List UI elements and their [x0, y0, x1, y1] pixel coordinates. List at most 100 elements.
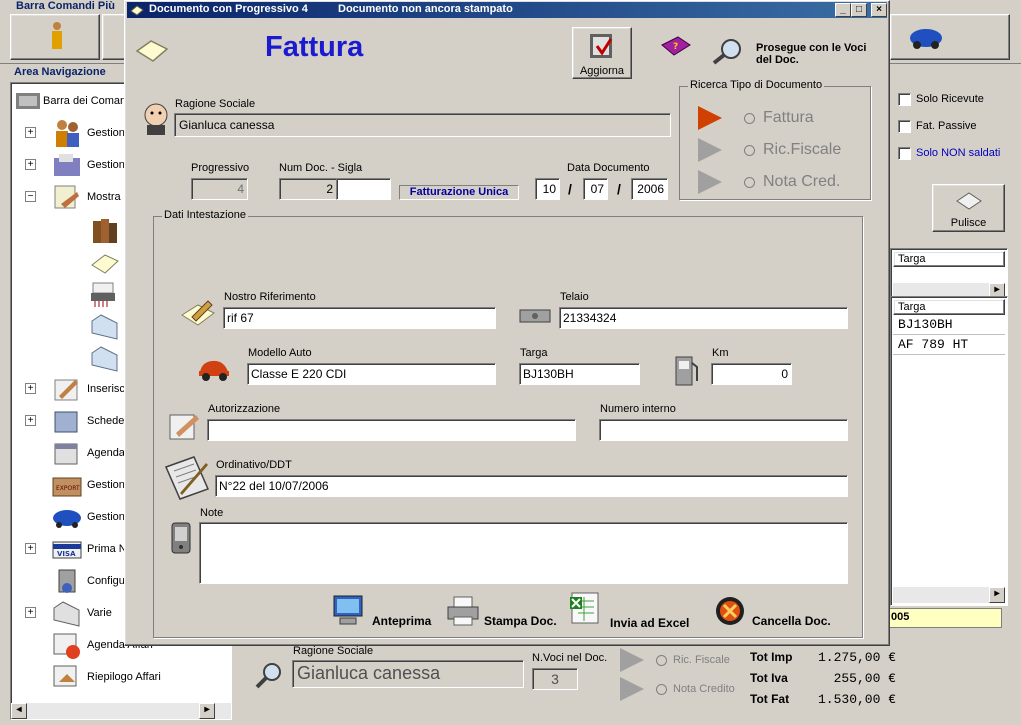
ric-fiscale-radio[interactable]	[656, 655, 667, 666]
document-icon	[135, 40, 169, 62]
toolbar-car-button[interactable]	[890, 14, 1010, 60]
telaio-label: Telaio	[560, 291, 589, 303]
expand-icon[interactable]: +	[25, 543, 36, 554]
nav-item-gestion-2[interactable]: Gestion	[51, 149, 125, 181]
expand-icon[interactable]: +	[25, 127, 36, 138]
toolbar-people-button[interactable]	[10, 14, 100, 60]
num-doc-field[interactable]: 2	[279, 178, 337, 200]
nav-item-gestion-1[interactable]: Gestion	[51, 117, 125, 149]
expand-icon[interactable]: +	[25, 607, 36, 618]
expand-icon[interactable]: +	[25, 159, 36, 170]
ragione-sociale-field[interactable]: Gianluca canessa	[174, 113, 671, 137]
table-row[interactable]: AF 789 HT	[893, 335, 1005, 355]
shredder-icon[interactable]	[89, 279, 121, 309]
table-row[interactable]: BJ130BH	[893, 315, 1005, 335]
nota-credito-radio[interactable]	[656, 684, 667, 695]
nav-item-label: Riepilogo Affari	[87, 671, 161, 683]
nav-item-label: Prima N	[87, 543, 127, 555]
help-book-icon[interactable]: ?	[658, 33, 692, 63]
autorizzazione-field[interactable]	[207, 419, 576, 441]
solo-ricevute-checkbox[interactable]	[898, 93, 911, 106]
grid-top-header[interactable]: Targa	[893, 251, 1005, 267]
magnifier-icon[interactable]	[711, 35, 747, 65]
prosegue-button[interactable]: Prosegue con le Voci del Doc.	[756, 42, 882, 66]
toolbar-title: Barra Comandi Più	[16, 0, 116, 12]
modello-auto-field[interactable]: Classe E 220 CDI	[247, 363, 496, 385]
books-icon[interactable]	[89, 215, 121, 245]
folder-icon	[54, 411, 78, 433]
anteprima-button[interactable]: Anteprima	[330, 593, 434, 629]
nav-horizontal-scrollbar[interactable]: ◂ ▸	[11, 703, 231, 719]
ric-fiscale-radio[interactable]	[744, 145, 755, 156]
date-year-field[interactable]: 2006	[631, 178, 668, 200]
ricerca-tipo-title: Ricerca Tipo di Documento	[688, 79, 825, 91]
note-textarea[interactable]	[199, 522, 848, 584]
fattura-radio[interactable]	[744, 113, 755, 124]
minimize-button[interactable]: _	[835, 3, 851, 17]
banknote-icon	[519, 309, 551, 323]
folder-open-icon[interactable]	[89, 343, 121, 373]
grid-bottom-scrollbar[interactable]: ▸	[893, 587, 1005, 603]
scroll-left-icon[interactable]: ◂	[11, 703, 27, 719]
dialog-titlebar[interactable]: Documento con Progressivo 4 Documento no…	[127, 2, 887, 18]
svg-text:?: ?	[673, 42, 678, 52]
solo-non-saldati-checkbox[interactable]	[898, 147, 911, 160]
clipboard-icon	[164, 456, 210, 500]
fat-passive-checkbox[interactable]	[898, 120, 911, 133]
nota-cred-arrow-icon[interactable]	[698, 170, 722, 194]
pulisce-button[interactable]: Pulisce	[932, 184, 1005, 232]
n-voci-label: N.Voci nel Doc.	[532, 652, 608, 664]
magnifier-icon[interactable]	[254, 660, 286, 690]
progressivo-field[interactable]: 4	[191, 178, 248, 200]
aggiorna-button[interactable]: Aggiorna	[572, 27, 632, 79]
expand-icon[interactable]: +	[25, 415, 36, 426]
grid-bottom-header[interactable]: Targa	[893, 299, 1005, 315]
bottom-ragione-sociale-label: Ragione Sociale	[293, 645, 374, 657]
nav-item-label: Gestion	[87, 127, 125, 139]
scroll-right-icon[interactable]: ▸	[989, 587, 1005, 603]
date-month-field[interactable]: 07	[583, 178, 608, 200]
folder-open-icon[interactable]	[89, 311, 121, 341]
nostro-riferimento-field[interactable]: rif 67	[223, 307, 496, 329]
refresh-icon	[590, 34, 613, 58]
excel-button[interactable]: Invia ad Excel	[568, 591, 696, 630]
nav-item-gestion-auto[interactable]: Gestion	[51, 501, 125, 533]
stampa-button[interactable]: Stampa Doc.	[446, 593, 558, 629]
km-field[interactable]: 0	[711, 363, 792, 385]
nav-item-mostra[interactable]: Mostra	[51, 181, 121, 213]
date-day-field[interactable]: 10	[535, 178, 560, 200]
numero-interno-field[interactable]	[599, 419, 848, 441]
nav-item-schede[interactable]: Schede	[51, 405, 124, 437]
maximize-button[interactable]: □	[851, 3, 867, 17]
n-voci-field[interactable]: 3	[532, 668, 578, 690]
grid-bottom[interactable]: Targa BJ130BH AF 789 HT ▸	[890, 296, 1008, 606]
expand-icon[interactable]: +	[25, 383, 36, 394]
nota-cred-radio[interactable]	[744, 177, 755, 188]
bottom-ragione-sociale-field[interactable]: Gianluca canessa	[292, 660, 524, 688]
ric-fiscale-arrow-icon[interactable]	[620, 648, 644, 672]
close-button[interactable]: ×	[871, 3, 887, 17]
nav-item-configura[interactable]: Configu	[51, 565, 125, 597]
nav-item-agenda[interactable]: Agenda	[51, 437, 125, 469]
nav-item-gestion-export[interactable]: EXPORT Gestion	[51, 469, 125, 501]
collapse-icon[interactable]: −	[25, 191, 36, 202]
export-box-icon: EXPORT	[52, 477, 82, 497]
ric-fiscale-arrow-icon[interactable]	[698, 138, 722, 162]
telaio-field[interactable]: 21334324	[559, 307, 848, 329]
document-icon	[130, 5, 144, 16]
targa-field[interactable]: BJ130BH	[519, 363, 640, 385]
nav-item-prima-nota[interactable]: VISA Prima N	[51, 533, 127, 565]
nav-item-riepilogo-affari[interactable]: Riepilogo Affari	[51, 661, 161, 693]
sigla-field[interactable]	[336, 178, 391, 200]
nav-item-varie[interactable]: Varie	[51, 597, 112, 629]
scroll-right-icon[interactable]: ▸	[199, 703, 215, 719]
cancella-button[interactable]: Cancella Doc.	[714, 593, 838, 629]
hand-signing-icon	[169, 414, 199, 440]
fattura-arrow-icon[interactable]	[698, 106, 722, 130]
nav-item-inserisc[interactable]: Inserisc	[51, 373, 125, 405]
documents-icon[interactable]	[89, 247, 121, 277]
nota-credito-arrow-icon[interactable]	[620, 677, 644, 701]
nav-item-root[interactable]: Barra dei Comandi	[13, 85, 135, 117]
ordinativo-field[interactable]: N°22 del 10/07/2006	[215, 475, 848, 497]
grid-top[interactable]: Targa ▸	[890, 248, 1008, 300]
